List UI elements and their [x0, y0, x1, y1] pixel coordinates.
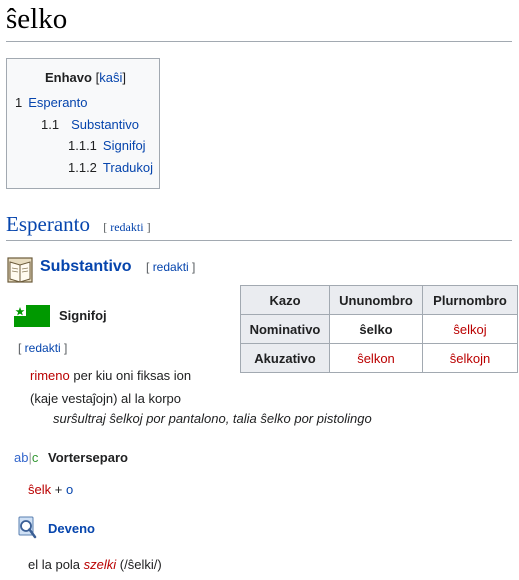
signifoj-heading: Signifoj [59, 308, 107, 323]
table-cell-link[interactable]: ŝelkojn [422, 343, 518, 373]
table-cell: ŝelko [329, 314, 423, 344]
esperanto-flag-icon [14, 305, 50, 327]
table-header-cell: Ununombro [329, 285, 423, 315]
vorterseparo-heading: Vorterseparo [48, 450, 128, 465]
source-word-link[interactable]: szelki [84, 557, 117, 572]
signifoj-edit: [ redakti ] [18, 341, 68, 355]
definition-text: per kiu oni fiksas ion [69, 368, 192, 383]
deveno-heading: Deveno [48, 521, 95, 536]
definition-text-line2: (kaje vestaĵojn) al la korpo [30, 391, 182, 406]
abc-hyphenation-icon: ab|c [14, 450, 39, 465]
toc-title: Enhavo [45, 70, 92, 85]
page-title: ŝelko [6, 3, 68, 35]
toc-number: 1.1 [41, 117, 60, 132]
table-row: Nominativo ŝelko ŝelkoj [240, 314, 518, 344]
definition-link[interactable]: rimeno [30, 368, 70, 383]
declension-table: Kazo Ununombro Plurnombro Nominativo ŝel… [240, 285, 518, 373]
table-row-header: Akuzativo [240, 343, 330, 373]
table-row-header: Nominativo [240, 314, 330, 344]
table-header-cell: Plurnombro [422, 285, 518, 315]
subsection-heading-substantivo: Substantivo [ redakti ] [40, 258, 196, 275]
root-link[interactable]: ŝelk [28, 482, 51, 497]
toc-number: 1.1.2 [68, 160, 97, 175]
subsection-edit-link[interactable]: redakti [153, 260, 189, 274]
toc-hide-link[interactable]: kaŝi [99, 70, 122, 85]
toc-number: 1 [15, 95, 23, 110]
subsection-heading-text: Substantivo [40, 258, 132, 275]
toc-item-signifoj[interactable]: 1.1.1 Signifoj [68, 138, 146, 153]
toc-number: 1.1.1 [68, 138, 97, 153]
toc-item-substantivo[interactable]: 1.1 Substantivo [41, 117, 139, 132]
toc-link[interactable]: Esperanto [28, 95, 87, 110]
title-divider [6, 41, 512, 42]
toc-item-esperanto[interactable]: 1 Esperanto [15, 95, 88, 110]
toc-item-tradukoj[interactable]: 1.1.2 Tradukoj [68, 160, 153, 175]
table-of-contents: Enhavo [kaŝi] 1 Esperanto 1.1 Substantivo … [6, 58, 160, 189]
magnifier-icon [16, 516, 38, 540]
toc-link[interactable]: Substantivo [71, 117, 139, 132]
table-header-cell: Kazo [240, 285, 330, 315]
section-heading-esperanto: Esperanto [ redakti ] [6, 212, 151, 236]
toc-header: Enhavo [kaŝi] [45, 70, 126, 85]
usage-example: surŝultraj ŝelkoj por pantalono, talia ŝ… [53, 411, 372, 426]
table-cell-link[interactable]: ŝelkon [329, 343, 423, 373]
definition: rimeno per kiu oni fiksas ion (kaje vest… [30, 364, 230, 410]
plus-sign: + [51, 482, 66, 497]
word-split: ŝelk + o [28, 482, 73, 497]
table-row: Akuzativo ŝelkon ŝelkojn [240, 343, 518, 373]
table-header-row: Kazo Ununombro Plurnombro [240, 285, 518, 315]
etymology: el la pola szelki (/ŝelki/) [28, 557, 162, 572]
section-heading-text: Esperanto [6, 212, 90, 236]
etymology-text: el la pola [28, 557, 84, 572]
toc-link[interactable]: Signifoj [103, 138, 146, 153]
section-divider [6, 240, 512, 241]
section-edit-link[interactable]: redakti [110, 220, 143, 234]
table-cell-link[interactable]: ŝelkoj [422, 314, 518, 344]
etymology-pronunciation: (/ŝelki/) [116, 557, 162, 572]
abc-icon-text: ab [14, 450, 29, 465]
signifoj-edit-link[interactable]: redakti [25, 341, 61, 355]
toc-link[interactable]: Tradukoj [103, 160, 153, 175]
book-icon [6, 256, 36, 286]
abc-icon-text: c [31, 450, 39, 465]
ending-link[interactable]: o [66, 482, 73, 497]
